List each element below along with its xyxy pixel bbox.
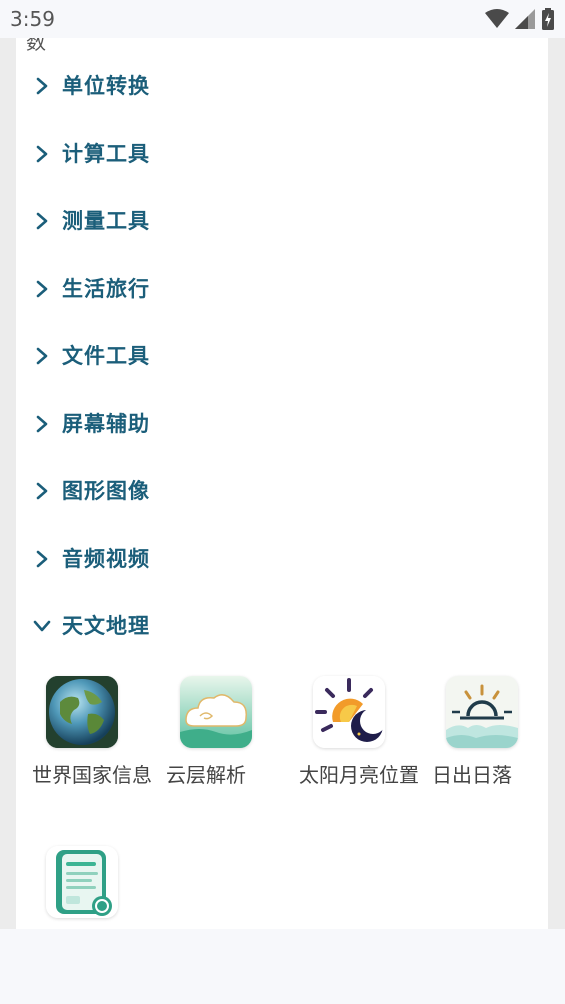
category-label: 计算工具 xyxy=(62,142,150,166)
category-file-tools[interactable]: 文件工具 xyxy=(16,336,548,376)
document-icon xyxy=(46,846,118,918)
category-unit-conversion[interactable]: 单位转换 xyxy=(16,66,548,106)
chevron-right-icon xyxy=(36,145,48,163)
battery-charging-icon xyxy=(542,8,554,30)
chevron-right-icon xyxy=(36,212,48,230)
chevron-right-icon xyxy=(36,347,48,365)
chevron-right-icon xyxy=(36,482,48,500)
cloud-icon xyxy=(180,676,252,748)
app-name: 太阳月亮位置 xyxy=(299,763,419,787)
app-cloud-analysis[interactable]: 云层解析 xyxy=(158,676,288,826)
category-label: 图形图像 xyxy=(62,479,150,503)
status-icons xyxy=(485,8,555,30)
chevron-down-icon xyxy=(33,620,51,632)
category-label: 文件工具 xyxy=(62,344,150,368)
content-area: 数 单位转换 计算工具 测量工具 生活旅行 文件工具 屏幕辅助 图形图像 音频视… xyxy=(0,38,565,929)
app-sunrise-sunset[interactable]: 日出日落 xyxy=(424,676,548,826)
category-audio-video[interactable]: 音频视频 xyxy=(16,539,548,579)
category-screen-assist[interactable]: 屏幕辅助 xyxy=(16,404,548,444)
category-calculation-tools[interactable]: 计算工具 xyxy=(16,134,548,174)
category-label: 屏幕辅助 xyxy=(62,412,150,436)
sunrise-icon xyxy=(446,676,518,748)
chevron-right-icon xyxy=(36,415,48,433)
app-world-country-info[interactable]: 世界国家信息 xyxy=(24,676,154,826)
category-card: 数 单位转换 计算工具 测量工具 生活旅行 文件工具 屏幕辅助 图形图像 音频视… xyxy=(16,38,548,929)
app-name: 世界国家信息 xyxy=(32,763,152,787)
status-bar: 3:59 xyxy=(0,0,565,38)
wifi-icon xyxy=(485,9,509,28)
sun-moon-icon xyxy=(313,676,385,748)
globe-icon xyxy=(46,676,118,748)
status-time: 3:59 xyxy=(10,7,55,31)
category-label: 测量工具 xyxy=(62,209,150,233)
category-label: 单位转换 xyxy=(62,74,150,98)
cellular-signal-icon xyxy=(515,9,535,29)
category-life-travel[interactable]: 生活旅行 xyxy=(16,269,548,309)
chevron-right-icon xyxy=(36,77,48,95)
category-label: 天文地理 xyxy=(62,614,150,638)
category-label: 生活旅行 xyxy=(62,277,150,301)
bottom-area xyxy=(0,929,565,1004)
chevron-right-icon xyxy=(36,550,48,568)
chevron-right-icon xyxy=(36,280,48,298)
app-document-tool[interactable] xyxy=(24,846,154,929)
app-name: 云层解析 xyxy=(166,763,246,787)
category-measurement-tools[interactable]: 测量工具 xyxy=(16,201,548,241)
partial-text: 数 xyxy=(26,38,46,54)
category-astronomy-geography[interactable]: 天文地理 xyxy=(16,606,548,646)
category-graphics-images[interactable]: 图形图像 xyxy=(16,471,548,511)
category-label: 音频视频 xyxy=(62,547,150,571)
app-sun-moon-position[interactable]: 太阳月亮位置 xyxy=(291,676,421,826)
app-name: 日出日落 xyxy=(432,763,512,787)
